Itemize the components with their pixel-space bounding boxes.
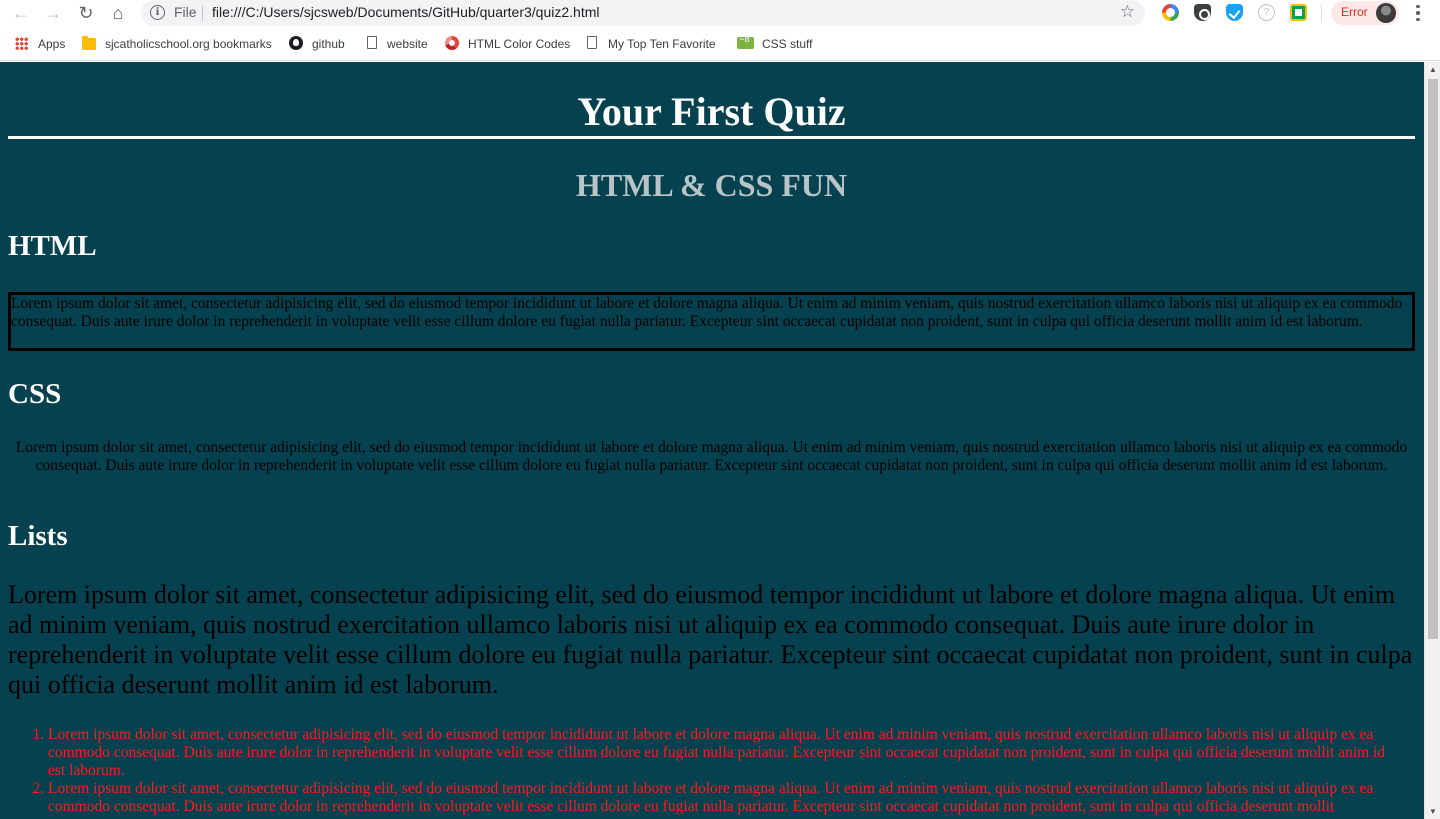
bookmark-github[interactable]: github	[312, 36, 345, 52]
toolbar-divider	[1321, 5, 1322, 21]
address-bar[interactable]: i File file:///C:/Users/sjcsweb/Document…	[141, 0, 1145, 26]
bookmark-sjcatholicschool[interactable]: sjcatholicschool.org bookmarks	[105, 36, 272, 52]
privacy-shield-extension-icon[interactable]	[1194, 4, 1211, 21]
page-icon	[587, 36, 597, 49]
profile-error-button[interactable]: Error	[1331, 1, 1399, 25]
bookmark-apps[interactable]: Apps	[38, 36, 65, 52]
apps-grid-icon[interactable]	[15, 37, 28, 50]
reload-icon[interactable]: ↻	[75, 2, 97, 24]
vertical-scrollbar[interactable]: ▲ ▼	[1424, 62, 1440, 819]
check-shield-extension-icon[interactable]	[1226, 4, 1243, 21]
bookmark-website[interactable]: website	[387, 36, 428, 52]
page-title: Your First Quiz	[577, 89, 846, 134]
scroll-down-arrow-icon[interactable]: ▼	[1425, 804, 1440, 819]
ordered-list: Lorem ipsum dolor sit amet, consectetur …	[48, 726, 1404, 816]
home-icon[interactable]: ⌂	[107, 2, 129, 24]
bookmark-my-top-ten[interactable]: My Top Ten Favorite I	[608, 36, 720, 52]
avatar	[1376, 3, 1396, 23]
page-subtitle: HTML & CSS FUN	[575, 167, 848, 203]
github-icon	[289, 36, 303, 50]
html-section-text: Lorem ipsum dolor sit amet, consectetur …	[8, 292, 1415, 351]
classroom-extension-icon[interactable]	[1290, 4, 1307, 21]
list-item: Lorem ipsum dolor sit amet, consectetur …	[48, 780, 1404, 816]
scheme-label: File	[174, 4, 197, 20]
scroll-up-arrow-icon[interactable]: ▲	[1425, 62, 1440, 77]
color-wheel-icon	[445, 36, 459, 50]
omnibox-divider	[202, 5, 203, 21]
browser-toolbar: ← → ↻ ⌂ i File file:///C:/Users/sjcsweb/…	[0, 0, 1440, 26]
site-info-icon[interactable]: i	[150, 5, 165, 20]
page-icon	[367, 36, 377, 49]
chrome-extension-icon[interactable]	[1162, 4, 1179, 21]
css-section-text: Lorem ipsum dolor sit amet, consectetur …	[15, 439, 1408, 474]
bookmark-star-icon[interactable]: ☆	[1120, 2, 1135, 22]
bookmarks-bar: Apps sjcatholicschool.org bookmarks gith…	[0, 26, 1440, 61]
lists-section-text: Lorem ipsum dolor sit amet, consectetur …	[8, 580, 1413, 699]
css-icon	[737, 35, 754, 49]
forward-arrow-icon[interactable]: →	[42, 2, 64, 24]
css-section-heading: CSS	[8, 378, 62, 410]
more-menu-icon[interactable]	[1410, 2, 1426, 24]
bookmark-css-stuff[interactable]: CSS stuff	[762, 36, 812, 52]
list-item: Lorem ipsum dolor sit amet, consectetur …	[48, 726, 1404, 780]
help-extension-icon[interactable]: ?	[1258, 4, 1275, 21]
lists-section-heading: Lists	[8, 520, 68, 552]
back-arrow-icon[interactable]: ←	[10, 2, 32, 24]
folder-icon	[82, 36, 96, 50]
title-divider	[8, 136, 1415, 139]
bookmark-html-color-codes[interactable]: HTML Color Codes	[468, 36, 570, 52]
scrollbar-thumb[interactable]	[1428, 79, 1438, 639]
url-text[interactable]: file:///C:/Users/sjcsweb/Documents/GitHu…	[212, 4, 599, 20]
html-section-heading: HTML	[8, 230, 97, 262]
profile-error-label: Error	[1341, 5, 1368, 19]
page-viewport: Your First Quiz HTML & CSS FUN HTML Lore…	[0, 62, 1424, 819]
